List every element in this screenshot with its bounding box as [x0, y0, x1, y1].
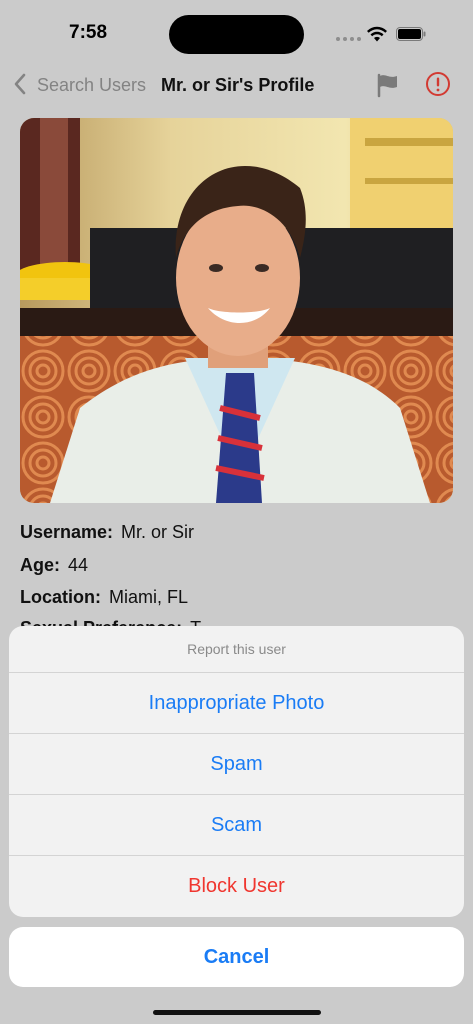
detail-age: Age: 44 — [20, 555, 88, 576]
age-value: 44 — [68, 555, 89, 575]
cancel-button[interactable]: Cancel — [9, 927, 464, 987]
back-chevron-icon[interactable] — [12, 72, 28, 96]
report-action-sheet: Report this user Inappropriate Photo Spa… — [9, 626, 464, 917]
age-label: Age: — [20, 555, 60, 575]
block-user-button[interactable]: Block User — [9, 856, 464, 917]
profile-photo — [20, 118, 453, 503]
wifi-icon — [367, 26, 387, 42]
sheet-title: Report this user — [9, 626, 464, 673]
alert-circle-icon[interactable] — [425, 71, 451, 97]
detail-location: Location: Miami, FL — [20, 587, 188, 608]
username-value: Mr. or Sir — [121, 522, 195, 542]
spam-button[interactable]: Spam — [9, 734, 464, 795]
inappropriate-photo-button[interactable]: Inappropriate Photo — [9, 673, 464, 734]
location-value: Miami, FL — [109, 587, 189, 607]
location-label: Location: — [20, 587, 101, 607]
back-button[interactable]: Search Users — [37, 75, 146, 96]
status-bar: 7:58 — [0, 0, 473, 70]
home-indicator — [153, 1010, 321, 1015]
battery-icon — [396, 27, 426, 41]
username-label: Username: — [20, 522, 114, 542]
cellular-signal-icon — [336, 37, 361, 41]
status-time: 7:58 — [69, 22, 108, 43]
flag-icon[interactable] — [375, 72, 401, 98]
page-title: Mr. or Sir's Profile — [161, 75, 315, 95]
navigation-bar: Search Users Mr. or Sir's Profile — [0, 62, 473, 106]
detail-username: Username: Mr. or Sir — [20, 522, 194, 543]
scam-button[interactable]: Scam — [9, 795, 464, 856]
dynamic-island — [169, 15, 304, 54]
